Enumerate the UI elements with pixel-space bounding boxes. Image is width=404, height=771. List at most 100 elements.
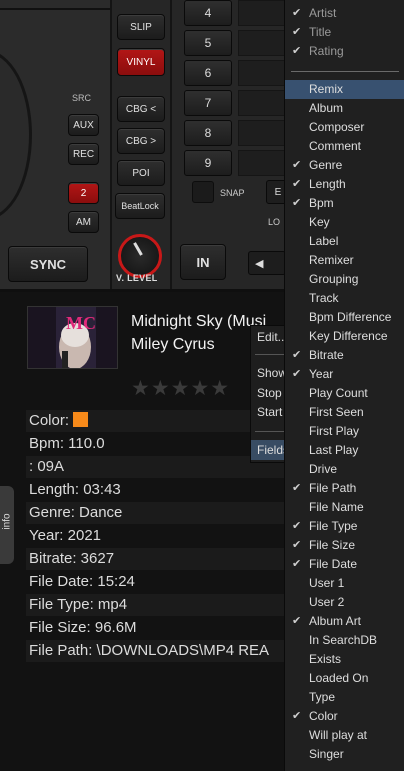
menu-item-album[interactable]: Album xyxy=(285,99,404,118)
menu-item-label: Key Difference xyxy=(309,329,388,343)
menu-item-label: Singer xyxy=(309,747,344,761)
deck-divider xyxy=(0,8,112,10)
in-button[interactable]: IN xyxy=(180,244,226,280)
hotcue-slot xyxy=(238,90,288,116)
menu-item-exists[interactable]: Exists xyxy=(285,650,404,669)
menu-item-file-date[interactable]: ✔ File Date xyxy=(285,555,404,574)
menu-item-in-searchdb[interactable]: In SearchDB xyxy=(285,631,404,650)
menu-item-type[interactable]: Type xyxy=(285,688,404,707)
beatlock-button[interactable]: BeatLock xyxy=(115,193,165,219)
check-icon: ✔ xyxy=(292,178,302,190)
menu-item-loaded-on[interactable]: Loaded On xyxy=(285,669,404,688)
menu-item-will-play-at[interactable]: Will play at xyxy=(285,726,404,745)
menu-item-label: Composer xyxy=(309,120,365,134)
menu-item-remix[interactable]: Remix xyxy=(285,80,404,99)
menu-item-label: File Type xyxy=(309,519,358,533)
menu-item-first-seen[interactable]: First Seen xyxy=(285,403,404,422)
menu-item-play-count[interactable]: Play Count xyxy=(285,384,404,403)
menu-item-label: In SearchDB xyxy=(309,633,378,647)
menu-item-label: Track xyxy=(309,291,339,305)
menu-item-file-type[interactable]: ✔ File Type xyxy=(285,517,404,536)
slip-button[interactable]: SLIP xyxy=(117,14,165,40)
hotcue-button[interactable]: 8 xyxy=(184,120,232,146)
hotcue-slot xyxy=(238,150,288,176)
info-field: File Type: mp4 xyxy=(26,594,296,616)
menu-item-user-1[interactable]: User 1 xyxy=(285,574,404,593)
aux-button[interactable]: AUX xyxy=(68,114,99,136)
menu-item-label: Title xyxy=(309,25,332,39)
menu-item-last-play[interactable]: Last Play xyxy=(285,441,404,460)
menu-item-label: First Play xyxy=(309,424,360,438)
menu-item-label[interactable]: Label xyxy=(285,232,404,251)
nav-left-button[interactable]: ◀ xyxy=(248,251,286,275)
fields-dropdown-menu: ✔ Artist ✔ Title ✔ Rating Remix Album Composer Co… xyxy=(284,0,404,771)
check-icon: ✔ xyxy=(292,159,302,171)
menu-item-year[interactable]: ✔ Year xyxy=(285,365,404,384)
menu-item-track[interactable]: Track xyxy=(285,289,404,308)
menu-item-bpm[interactable]: ✔ Bpm xyxy=(285,194,404,213)
rec-button[interactable]: REC xyxy=(68,143,99,165)
loop-label: LO xyxy=(268,217,281,227)
poi-button[interactable]: POI xyxy=(117,160,165,186)
am-button[interactable]: AM xyxy=(68,211,99,233)
hotcue-button[interactable]: 6 xyxy=(184,60,232,86)
menu-item-comment[interactable]: Comment xyxy=(285,137,404,156)
menu-item-label: Comment xyxy=(309,139,362,153)
context-item-start[interactable]: Start xyxy=(257,405,282,419)
menu-item-grouping[interactable]: Grouping xyxy=(285,270,404,289)
menu-item-artist[interactable]: ✔ Artist xyxy=(285,4,404,23)
sync-button[interactable]: SYNC xyxy=(8,246,88,282)
check-icon: ✔ xyxy=(292,368,302,380)
menu-item-label: Label xyxy=(309,234,339,248)
cbg-left-button[interactable]: CBG < xyxy=(117,96,165,122)
menu-item-label: First Seen xyxy=(309,405,364,419)
menu-item-label: Length xyxy=(309,177,346,191)
menu-item-user-2[interactable]: User 2 xyxy=(285,593,404,612)
channel-2-button[interactable]: 2 xyxy=(68,182,99,204)
menu-item-color[interactable]: ✔ Color xyxy=(285,707,404,726)
menu-item-composer[interactable]: Composer xyxy=(285,118,404,137)
info-field: Year: 2021 xyxy=(29,527,102,544)
snap-toggle[interactable] xyxy=(192,181,214,203)
menu-item-first-play[interactable]: First Play xyxy=(285,422,404,441)
menu-item-label: Album xyxy=(309,101,344,115)
menu-item-album-art[interactable]: ✔ Album Art xyxy=(285,612,404,631)
hotcue-button[interactable]: 4 xyxy=(184,0,232,26)
menu-item-bpm-difference[interactable]: Bpm Difference xyxy=(285,308,404,327)
menu-item-title[interactable]: ✔ Title xyxy=(285,23,404,42)
cover-logo-text: MC xyxy=(66,313,96,333)
menu-item-key-difference[interactable]: Key Difference xyxy=(285,327,404,346)
check-icon: ✔ xyxy=(292,710,302,722)
menu-item-length[interactable]: ✔ Length xyxy=(285,175,404,194)
info-field: File Path: \DOWNLOADS\MP4 REA xyxy=(26,640,296,662)
hotcue-button[interactable]: 9 xyxy=(184,150,232,176)
menu-item-file-name[interactable]: File Name xyxy=(285,498,404,517)
context-item-stop[interactable]: Stop xyxy=(257,386,282,400)
cbg-right-button[interactable]: CBG > xyxy=(117,128,165,154)
hotcue-button[interactable]: 5 xyxy=(184,30,232,56)
menu-item-remixer[interactable]: Remixer xyxy=(285,251,404,270)
menu-item-label: Key xyxy=(309,215,330,229)
v-level-knob[interactable] xyxy=(118,234,162,278)
check-icon: ✔ xyxy=(292,7,302,19)
menu-item-genre[interactable]: ✔ Genre xyxy=(285,156,404,175)
menu-item-label: User 1 xyxy=(309,576,345,590)
hotcue-button[interactable]: 7 xyxy=(184,90,232,116)
check-icon: ✔ xyxy=(292,539,302,551)
menu-item-file-size[interactable]: ✔ File Size xyxy=(285,536,404,555)
menu-item-file-path[interactable]: ✔ File Path xyxy=(285,479,404,498)
menu-item-key[interactable]: Key xyxy=(285,213,404,232)
menu-item-label: User 2 xyxy=(309,595,345,609)
menu-item-singer[interactable]: Singer xyxy=(285,745,404,764)
info-tab[interactable]: info xyxy=(0,486,14,564)
menu-item-rating[interactable]: ✔ Rating xyxy=(285,42,404,61)
menu-item-label: Bpm xyxy=(309,196,334,210)
menu-item-label: Artist xyxy=(309,6,337,20)
rating-stars[interactable]: ★★★★★ xyxy=(131,376,230,401)
menu-item-drive[interactable]: Drive xyxy=(285,460,404,479)
src-label: SRC xyxy=(72,93,92,103)
check-icon: ✔ xyxy=(292,45,302,57)
vinyl-button[interactable]: VINYL xyxy=(117,48,165,76)
menu-item-bitrate[interactable]: ✔ Bitrate xyxy=(285,346,404,365)
context-item-show[interactable]: Show xyxy=(257,366,287,380)
